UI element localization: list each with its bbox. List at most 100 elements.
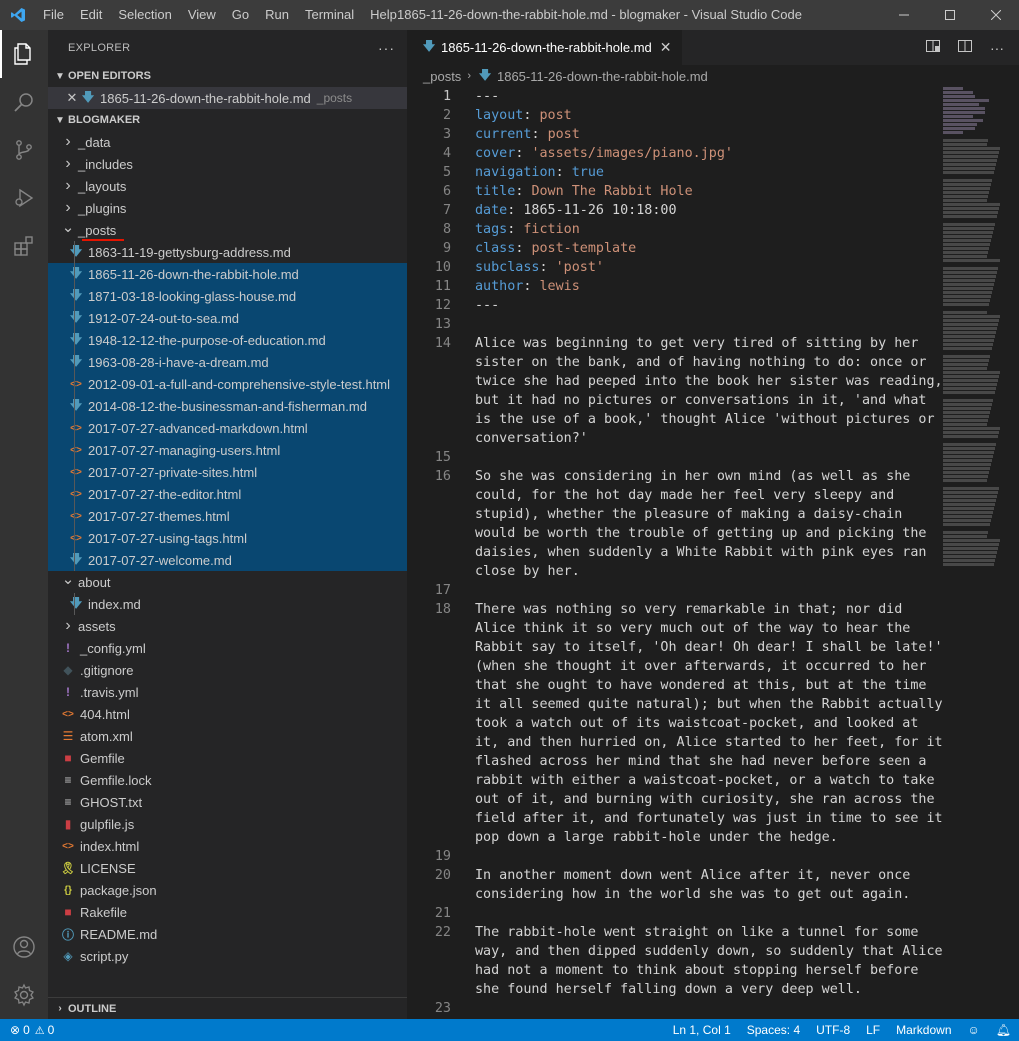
minimap[interactable] [943, 87, 1003, 612]
cursor-position[interactable]: Ln 1, Col 1 [665, 1023, 739, 1037]
breadcrumb-file[interactable]: 1865-11-26-down-the-rabbit-hole.md [497, 69, 708, 84]
tree-folder[interactable]: › _layouts [48, 175, 407, 197]
outline-header[interactable]: › OUTLINE [48, 997, 407, 1019]
tree-file[interactable]: <> 2017-07-27-private-sites.html [48, 461, 407, 483]
indentation[interactable]: Spaces: 4 [739, 1023, 808, 1037]
markdown-file-icon: 🡇 [69, 551, 83, 566]
search-icon[interactable] [0, 78, 48, 126]
minimize-button[interactable] [881, 0, 927, 30]
code-line: but it had no pictures or conversations … [407, 391, 937, 410]
tree-file[interactable]: ■ Rakefile [48, 901, 407, 923]
tree-file[interactable]: 🡇 1863-11-19-gettysburg-address.md [48, 241, 407, 263]
menu-help[interactable]: Help [362, 0, 405, 30]
source-control-icon[interactable] [0, 126, 48, 174]
minimap-line [943, 327, 997, 330]
run-debug-icon[interactable] [0, 174, 48, 222]
tree-file[interactable]: <> 2017-07-27-using-tags.html [48, 527, 407, 549]
markdown-file-icon: 🡇 [69, 287, 83, 302]
indent-guide [74, 263, 75, 285]
close-icon[interactable]: ✕ [64, 90, 80, 106]
open-preview-icon[interactable] [917, 38, 949, 57]
tree-file[interactable]: ☰ atom.xml [48, 725, 407, 747]
markdown-file-icon: 🡇 [69, 595, 83, 610]
tree-file[interactable]: ! _config.yml [48, 637, 407, 659]
encoding[interactable]: UTF-8 [808, 1023, 858, 1037]
more-actions-icon[interactable]: ··· [378, 40, 395, 56]
feedback-icon[interactable]: ☺ [960, 1023, 988, 1037]
extensions-icon[interactable] [0, 222, 48, 270]
code-line: 1 --- [407, 87, 937, 106]
tree-file[interactable]: <> index.html [48, 835, 407, 857]
code-line: 5 navigation: true [407, 163, 937, 182]
tree-file[interactable]: 🡇 2014-08-12-the-businessman-and-fisherma… [48, 395, 407, 417]
tree-item-label: 1963-08-28-i-have-a-dream.md [88, 354, 269, 370]
activity-bar [0, 30, 48, 1019]
tree-folder[interactable]: › _plugins [48, 197, 407, 219]
more-actions-icon[interactable]: ··· [981, 40, 1013, 56]
tree-file[interactable]: 🡇 1963-08-28-i-have-a-dream.md [48, 351, 407, 373]
minimap-line [943, 91, 973, 94]
language-mode[interactable]: Markdown [888, 1023, 959, 1037]
minimap-line [943, 379, 998, 382]
code-editor[interactable]: 1 --- 2 layout: post 3 current: post 4 cover: '… [407, 87, 943, 1018]
yaml-file-icon: ! [66, 685, 70, 699]
menu-terminal[interactable]: Terminal [297, 0, 362, 30]
menu-selection[interactable]: Selection [110, 0, 179, 30]
end-of-line[interactable]: LF [858, 1023, 888, 1037]
tree-file[interactable]: <> 404.html [48, 703, 407, 725]
split-editor-icon[interactable] [949, 38, 981, 57]
tree-file[interactable]: ■ Gemfile [48, 747, 407, 769]
project-header[interactable]: ▼ BLOGMAKER [48, 109, 407, 131]
tree-file[interactable]: ⓘ README.md [48, 923, 407, 945]
minimap-line [943, 295, 991, 298]
tree-folder[interactable]: ⌄ about [48, 571, 407, 593]
tree-file[interactable]: 🡇 1865-11-26-down-the-rabbit-hole.md [48, 263, 407, 285]
problems-indicator[interactable]: ⊗ 0 ⚠ 0 [0, 1023, 54, 1037]
tree-file[interactable]: 🡇 index.md [48, 593, 407, 615]
tree-folder[interactable]: › _data [48, 131, 407, 153]
menu-run[interactable]: Run [257, 0, 297, 30]
notifications-bell-icon[interactable]: 🔔︎ [988, 1023, 1019, 1037]
open-editor-item[interactable]: ✕ 🡇 1865-11-26-down-the-rabbit-hole.md _… [48, 87, 407, 109]
menu-go[interactable]: Go [224, 0, 257, 30]
syntax-text: : [531, 127, 548, 142]
tree-file[interactable]: ▮ gulpfile.js [48, 813, 407, 835]
line-number [407, 410, 451, 429]
chevron-right-icon: › [65, 177, 71, 194]
code-line: 2 layout: post [407, 106, 937, 125]
menu-view[interactable]: View [180, 0, 224, 30]
tree-file[interactable]: 🡇 1948-12-12-the-purpose-of-education.md [48, 329, 407, 351]
breadcrumb-folder[interactable]: _posts [423, 69, 461, 84]
tree-folder[interactable]: › assets [48, 615, 407, 637]
tree-file[interactable]: <> 2017-07-27-the-editor.html [48, 483, 407, 505]
tree-file[interactable]: 🡇 1912-07-24-out-to-sea.md [48, 307, 407, 329]
tree-file[interactable]: 🡇 1871-03-18-looking-glass-house.md [48, 285, 407, 307]
tree-file[interactable]: <> 2017-07-27-themes.html [48, 505, 407, 527]
tree-file[interactable]: <> 2012-09-01-a-full-and-comprehensive-st… [48, 373, 407, 395]
tree-file[interactable]: <> 2017-07-27-managing-users.html [48, 439, 407, 461]
tree-folder[interactable]: ⌄ _posts [48, 219, 407, 241]
tree-file[interactable]: ≡ Gemfile.lock [48, 769, 407, 791]
tree-folder[interactable]: › _includes [48, 153, 407, 175]
editor-tab-active[interactable]: 🡇 1865-11-26-down-the-rabbit-hole.md ✕ [407, 30, 682, 65]
explorer-icon[interactable] [0, 30, 48, 78]
tree-file[interactable]: ! .travis.yml [48, 681, 407, 703]
close-window-button[interactable] [973, 0, 1019, 30]
line-content: considering how in the world she was to … [451, 885, 910, 904]
tree-file[interactable]: ◆ .gitignore [48, 659, 407, 681]
tree-file[interactable]: {} package.json [48, 879, 407, 901]
manage-gear-icon[interactable] [0, 971, 48, 1019]
tree-file[interactable]: 🡇 2017-07-27-welcome.md [48, 549, 407, 571]
tree-file[interactable]: 🎗 LICENSE [48, 857, 407, 879]
open-editors-header[interactable]: ▼ OPEN EDITORS [48, 65, 407, 87]
tree-file[interactable]: ≡ GHOST.txt [48, 791, 407, 813]
line-content: tags: fiction [451, 220, 580, 239]
maximize-button[interactable] [927, 0, 973, 30]
tree-file[interactable]: ◈ script.py [48, 945, 407, 967]
accounts-icon[interactable] [0, 923, 48, 971]
menu-edit[interactable]: Edit [72, 0, 110, 30]
code-line: daisies, when suddenly a White Rabbit wi… [407, 543, 937, 562]
tab-close-icon[interactable]: ✕ [660, 39, 672, 56]
menu-file[interactable]: File [35, 0, 72, 30]
tree-file[interactable]: <> 2017-07-27-advanced-markdown.html [48, 417, 407, 439]
